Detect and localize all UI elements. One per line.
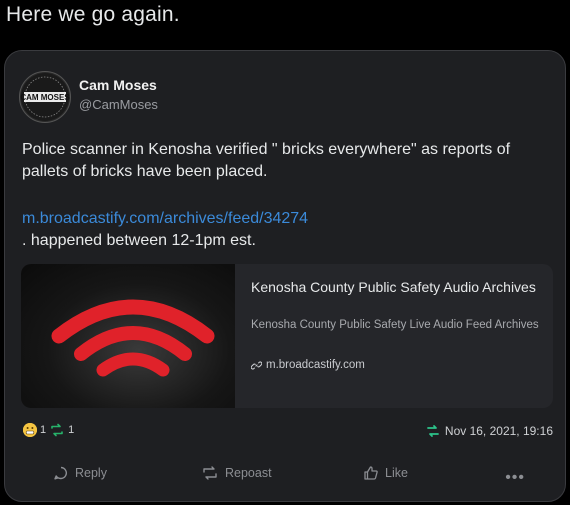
reply-label: Reply bbox=[75, 466, 107, 480]
link-icon bbox=[251, 360, 262, 370]
repost-icon bbox=[203, 466, 217, 480]
repost-button[interactable]: Repoast bbox=[201, 465, 272, 481]
post-date[interactable]: Nov 16, 2021, 19:16 bbox=[426, 424, 553, 438]
post-body: Police scanner in Kenosha verified " bri… bbox=[22, 141, 511, 180]
link-preview-domain: m.broadcastify.com bbox=[251, 359, 365, 371]
avatar-logo-icon: CAM MOSES bbox=[20, 73, 70, 121]
link-preview-card[interactable]: Kenosha County Public Safety Audio Archi… bbox=[21, 264, 553, 408]
more-options-button[interactable]: ••• bbox=[505, 469, 525, 487]
reaction-count: 1 bbox=[40, 424, 47, 436]
link-preview-domain-text: m.broadcastify.com bbox=[266, 359, 365, 371]
link-preview-description: Kenosha County Public Safety Live Audio … bbox=[251, 319, 539, 331]
source-app-icon bbox=[427, 425, 439, 437]
caption-text: Here we go again. bbox=[6, 3, 180, 26]
post-card: CAM MOSES Cam Moses @CamMoses Police sca… bbox=[4, 50, 566, 502]
post-date-text: Nov 16, 2021, 19:16 bbox=[444, 424, 553, 438]
post-link[interactable]: m.broadcastify.com/archives/feed/34274 bbox=[22, 208, 308, 230]
like-button[interactable]: Like bbox=[363, 465, 408, 481]
reply-icon bbox=[54, 466, 67, 480]
reaction-summary[interactable]: 1 1 bbox=[23, 423, 74, 437]
reply-button[interactable]: Reply bbox=[53, 465, 107, 481]
repost-count-icon bbox=[51, 423, 63, 437]
like-label: Like bbox=[385, 466, 408, 480]
link-preview-title: Kenosha County Public Safety Audio Archi… bbox=[251, 279, 536, 295]
avatar-text: CAM MOSES bbox=[20, 93, 70, 102]
action-bar: Reply Repoast Like bbox=[5, 465, 565, 489]
thumbs-up-icon bbox=[364, 466, 378, 480]
author-handle[interactable]: @CamMoses bbox=[79, 97, 158, 112]
repost-count: 1 bbox=[68, 424, 75, 436]
post-time-note: . happened between 12-1pm est. bbox=[22, 232, 256, 249]
grimace-emoji-icon bbox=[23, 423, 37, 437]
avatar[interactable]: CAM MOSES bbox=[19, 71, 71, 123]
author-name[interactable]: Cam Moses bbox=[79, 77, 157, 93]
broadcast-signal-icon bbox=[51, 299, 215, 377]
repost-label: Repoast bbox=[225, 466, 272, 480]
link-preview-image bbox=[21, 264, 235, 408]
